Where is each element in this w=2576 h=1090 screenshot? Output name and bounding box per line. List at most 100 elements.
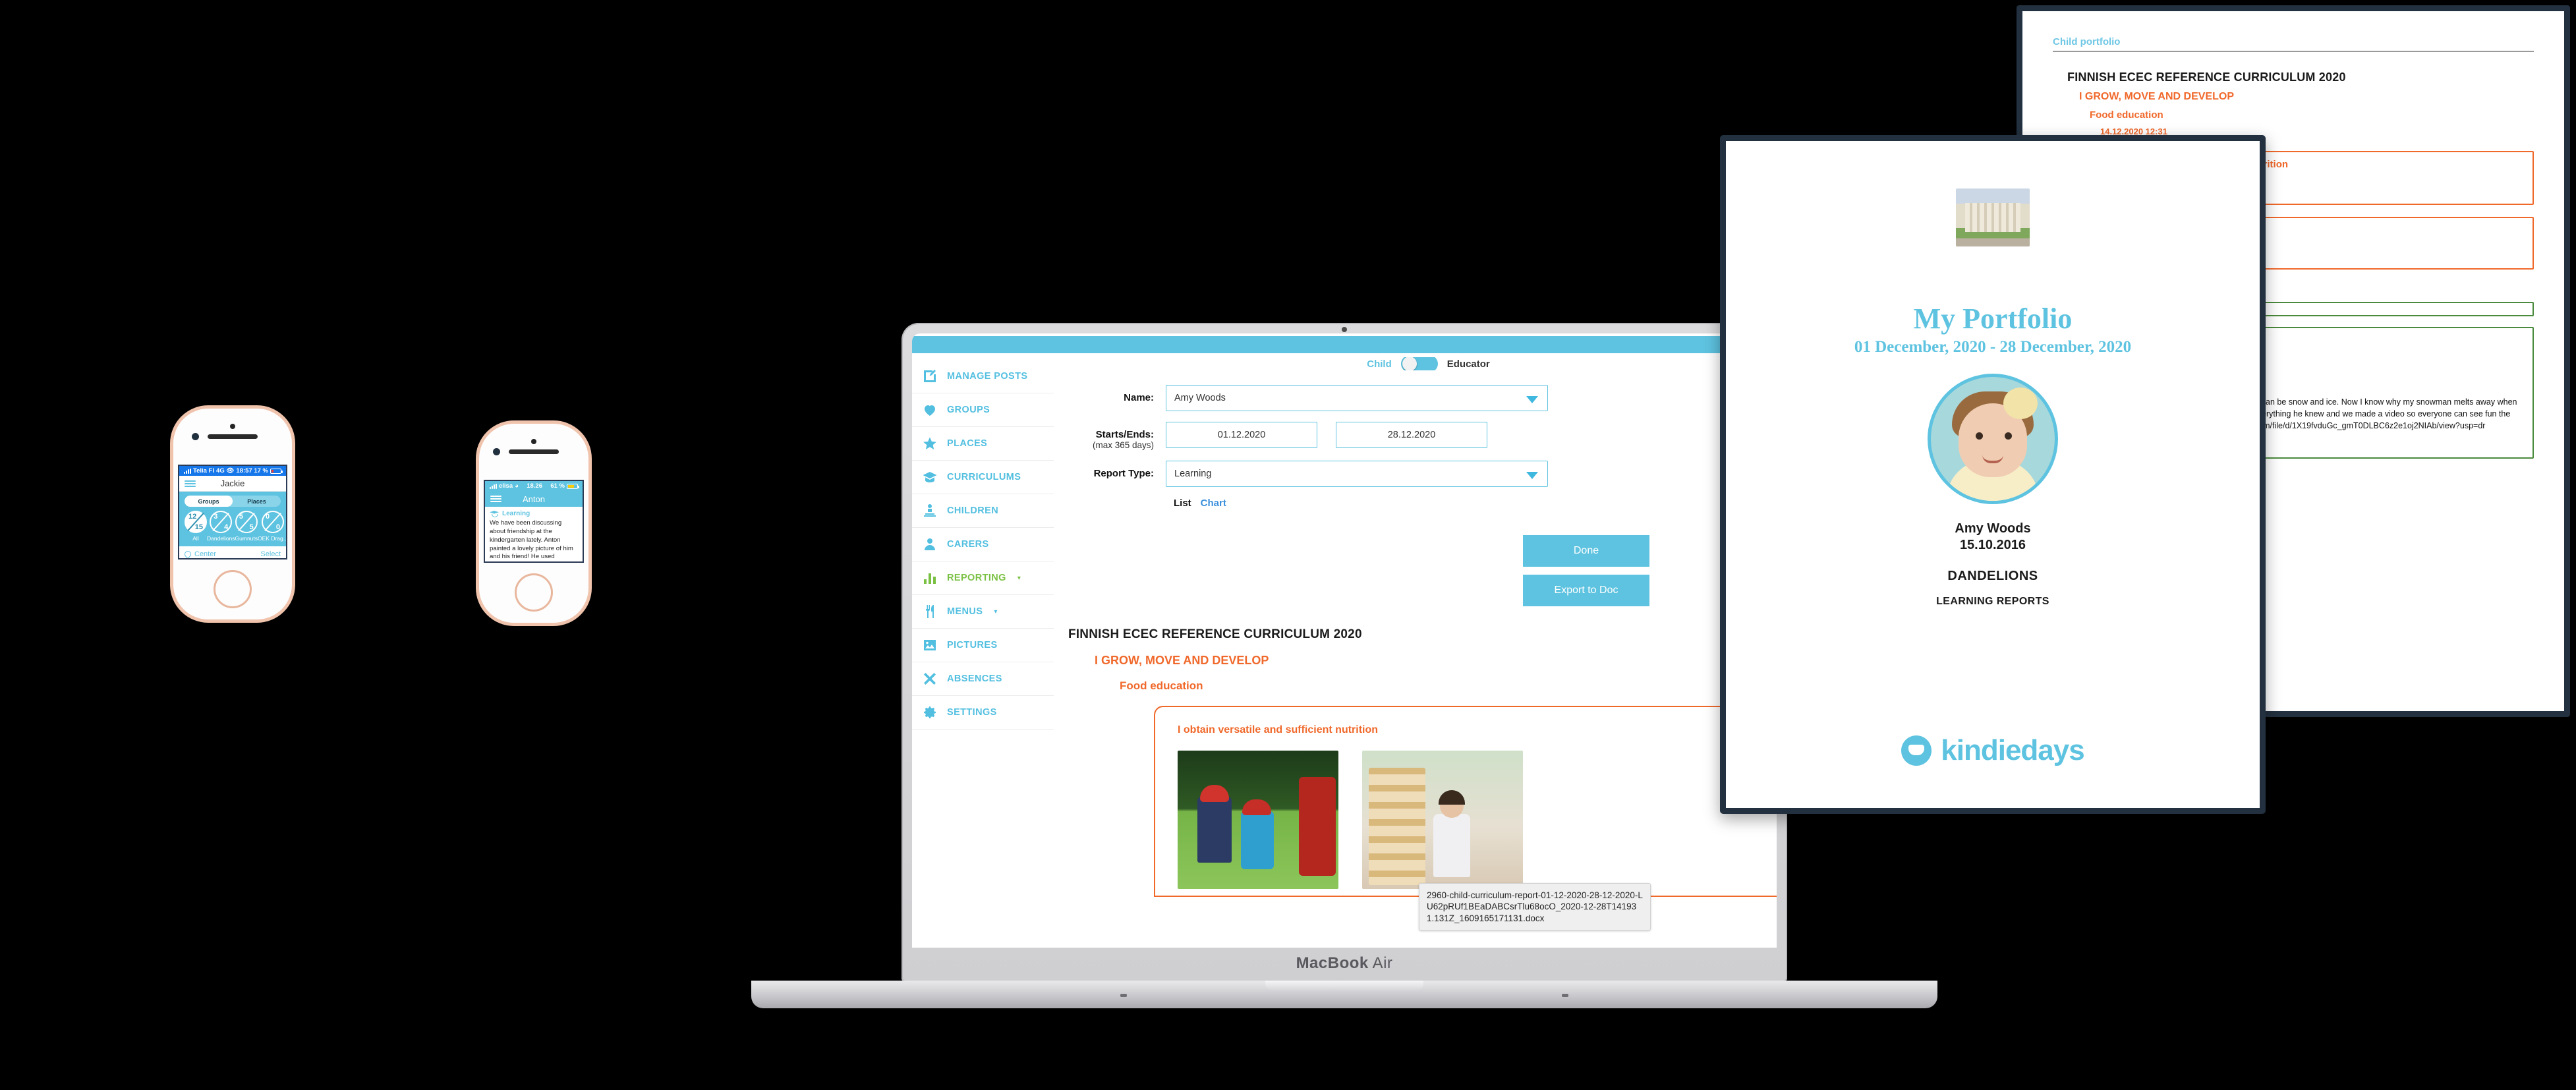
eye-icon: 👁	[226, 467, 235, 474]
report-preview: FINNISH ECEC REFERENCE CURRICULUM 2020 I…	[1054, 606, 1777, 897]
kindiedays-logo-text: kindiedays	[1941, 734, 2084, 766]
graduation-cap-icon	[921, 469, 938, 486]
sidebar-item-absences[interactable]: ABSENCES	[912, 662, 1054, 696]
x-mark-icon	[921, 670, 938, 687]
edit-square-icon	[921, 368, 938, 385]
sidebar-label: PICTURES	[947, 640, 998, 650]
sidebar-item-settings[interactable]: SETTINGS	[912, 696, 1054, 730]
group-attendance-stats: 12 15 All 3 4 Dandelions 5 5 Gumnuts 0 0…	[185, 511, 286, 542]
sidebar-item-groups[interactable]: GROUPS	[912, 393, 1054, 427]
location-pin-icon	[183, 549, 193, 558]
chevron-down-icon: ▾	[1017, 574, 1021, 582]
phone-left-navbar: Jackie	[179, 476, 286, 492]
group-caption: OEK Drag...	[258, 535, 287, 542]
laptop-notch	[1265, 981, 1423, 991]
attendance-ratio: 5 5	[235, 511, 258, 533]
end-date-input[interactable]: 28.12.2020	[1336, 422, 1487, 448]
doc-header-rule	[2053, 51, 2534, 52]
sidebar-label: ABSENCES	[947, 674, 1002, 684]
chevron-down-icon: ▾	[994, 608, 998, 616]
name-select[interactable]: Amy Woods	[1166, 385, 1548, 411]
group-caption: Dandelions	[207, 535, 235, 542]
toggle-switch[interactable]	[1400, 357, 1438, 370]
phone-left-title: Jackie	[220, 478, 245, 488]
star-icon	[921, 435, 938, 452]
sidebar-label: MANAGE POSTS	[947, 371, 1028, 382]
view-chart-link[interactable]: Chart	[1201, 498, 1226, 509]
post-kind-label: Learning	[502, 510, 530, 517]
dates-sub-label: (max 365 days)	[1092, 440, 1154, 450]
sidebar-label: SETTINGS	[947, 707, 997, 718]
start-date-input[interactable]: 01.12.2020	[1166, 422, 1317, 448]
post-body-text: We have been discussing about friendship…	[490, 519, 573, 561]
report-type-select[interactable]: Learning	[1166, 461, 1548, 487]
battery-icon	[566, 483, 579, 489]
export-to-doc-button[interactable]: Export to Doc	[1523, 575, 1649, 606]
portfolio-date-range: 01 December, 2020 - 28 December, 2020	[1854, 338, 2132, 356]
sidebar-item-children[interactable]: CHILDREN	[912, 494, 1054, 528]
home-button[interactable]	[515, 573, 553, 612]
report-domain-title: I GROW, MOVE AND DEVELOP	[1095, 654, 1269, 667]
kindiedays-logo: kindiedays	[1901, 734, 2085, 767]
report-type-label: Report Type:	[1093, 468, 1154, 479]
kindiedays-logo-mark	[1901, 735, 1932, 766]
segment-places[interactable]: Places	[233, 496, 281, 507]
segmented-control[interactable]: Groups Places	[185, 496, 281, 507]
sidebar-item-curriculums[interactable]: CURRICULUMS	[912, 461, 1054, 494]
report-photo-outdoor	[1178, 751, 1338, 889]
cutlery-icon	[921, 603, 938, 620]
sidebar-item-carers[interactable]: CARERS	[912, 528, 1054, 561]
done-button[interactable]: Done	[1523, 535, 1649, 567]
group-stat[interactable]: 3 4 Dandelions	[207, 511, 235, 542]
phone-right-navbar: Anton	[485, 491, 583, 507]
person-icon	[921, 536, 938, 553]
dates-label: Starts/Ends: (max 365 days)	[1054, 422, 1166, 450]
download-file-tooltip: 2960-child-curriculum-report-01-12-2020-…	[1419, 883, 1651, 931]
battery-percent: 61 %	[550, 482, 565, 490]
total-count: 15	[194, 523, 203, 531]
home-button[interactable]	[214, 570, 252, 608]
report-goal-title: I obtain versatile and sufficient nutrit…	[1178, 724, 1379, 735]
front-camera-icon	[192, 433, 199, 440]
sidebar-label: CARERS	[947, 539, 989, 550]
portfolio-child-name: Amy Woods	[1955, 521, 2031, 536]
laptop-model-label: MacBook Air	[902, 954, 1787, 973]
select-link[interactable]: Select	[260, 550, 281, 558]
proximity-sensor-icon	[531, 439, 536, 444]
view-list-link[interactable]: List	[1174, 498, 1191, 509]
name-label: Name:	[1124, 392, 1154, 403]
earpiece-speaker	[509, 449, 559, 454]
portfolio-birth-date: 15.10.2016	[1959, 538, 2026, 552]
group-stat[interactable]: 5 5 Gumnuts	[235, 511, 258, 542]
status-time: 18.26	[527, 482, 542, 490]
phone-right-screen: elisa ◕ 18.26 61 % Anton Learning We hav…	[484, 480, 584, 563]
segment-groups[interactable]: Groups	[185, 496, 233, 507]
model-label-bold: MacBook	[1296, 954, 1369, 972]
group-stat[interactable]: 12 15 All	[185, 511, 207, 542]
laptop-lid: MANAGE POSTS GROUPS PLACES CURRICULUMS C…	[902, 323, 1787, 982]
sidebar-item-places[interactable]: PLACES	[912, 427, 1054, 461]
status-time: 18:57	[236, 467, 252, 474]
sidebar-item-reporting[interactable]: REPORTING ▾	[912, 561, 1054, 595]
sidebar-label: MENUS	[947, 606, 983, 617]
group-stat[interactable]: 0 0 OEK Drag...	[258, 511, 287, 542]
sidebar-item-pictures[interactable]: PICTURES	[912, 629, 1054, 662]
app-sidebar: MANAGE POSTS GROUPS PLACES CURRICULUMS C…	[912, 353, 1054, 945]
signal-bars-icon	[490, 483, 497, 489]
school-banner-image	[1956, 188, 2030, 246]
app-top-bar	[912, 333, 1777, 353]
iphone-mockup-right: elisa ◕ 18.26 61 % Anton Learning We hav…	[476, 420, 592, 626]
bar-chart-icon	[921, 569, 938, 587]
child-educator-toggle[interactable]: Child Educator	[1080, 357, 1777, 370]
iphone-mockup-left: Telia FI 4G 👁 18:57 17 % Jackie Groups P…	[170, 405, 295, 623]
sidebar-label: PLACES	[947, 438, 988, 449]
post-kind-header: Learning	[485, 507, 583, 519]
sidebar-item-manage-posts[interactable]: MANAGE POSTS	[912, 360, 1054, 393]
doc-header-link[interactable]: Child portfolio	[2053, 36, 2534, 51]
sidebar-item-menus[interactable]: MENUS ▾	[912, 595, 1054, 629]
portfolio-cover-page: My Portfolio 01 December, 2020 - 28 Dece…	[1720, 135, 2266, 814]
end-date-value: 28.12.2020	[1387, 430, 1436, 440]
group-caption: All	[192, 535, 199, 542]
child-icon	[921, 502, 938, 519]
composite-scene: Child portfolio FINNISH ECEC REFERENCE C…	[0, 0, 2576, 1090]
